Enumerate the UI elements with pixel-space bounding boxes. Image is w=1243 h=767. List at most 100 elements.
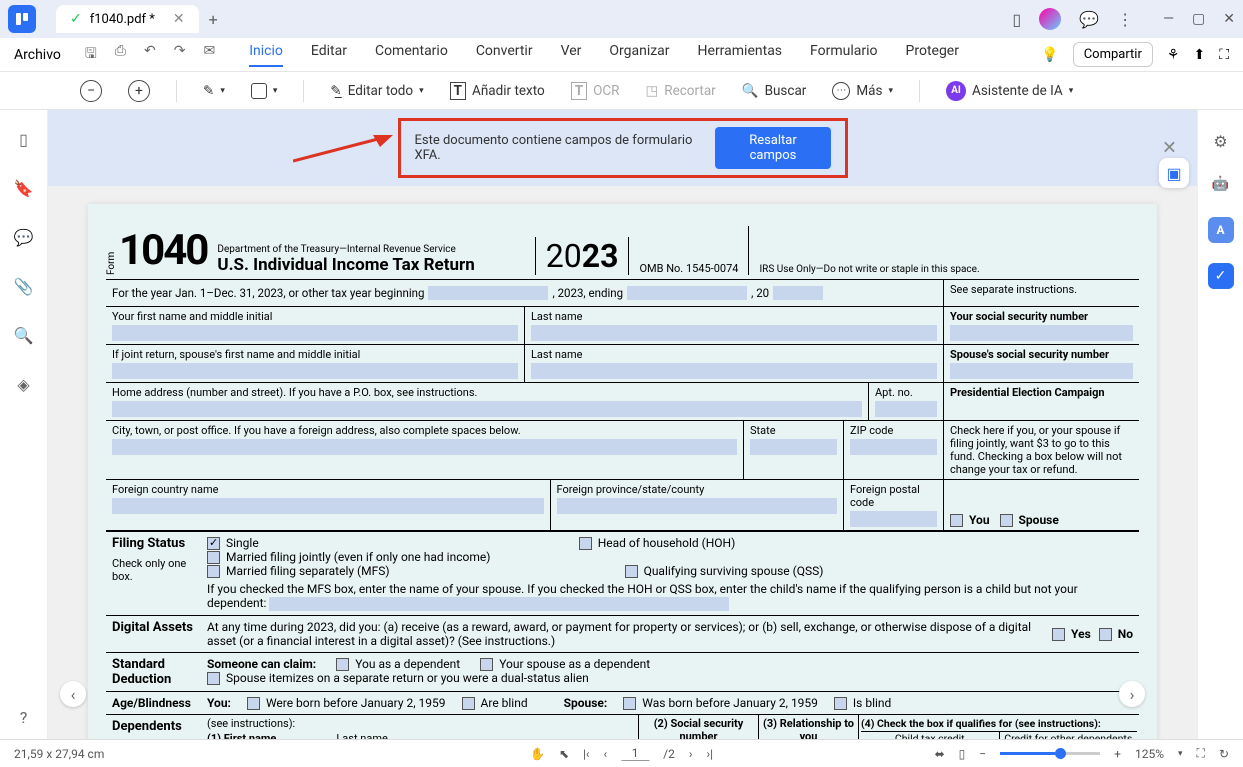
year-end-field[interactable] [627,286,747,300]
spouse-checkbox[interactable]: Spouse [1000,513,1059,527]
address-field[interactable] [112,401,862,417]
digital-yes-checkbox[interactable]: Yes [1052,627,1091,641]
mfs-name-field[interactable] [269,597,729,611]
expand-icon[interactable]: ⛶ [1219,47,1229,63]
zoom-slider[interactable] [1000,752,1100,755]
year-end-yy-field[interactable] [773,286,823,300]
foreign-postal-field[interactable] [850,511,937,527]
chevron-down-icon[interactable]: ▾ [1178,749,1183,759]
translate-icon[interactable]: A [1208,217,1234,243]
document-tab[interactable]: ✓ f1040.pdf * ✕ [56,5,199,33]
tab-organizar[interactable]: Organizar [609,43,669,67]
close-tab-icon[interactable]: ✕ [173,11,185,27]
single-checkbox[interactable]: Single [207,536,259,550]
app-logo[interactable] [8,5,36,33]
cloud-upload-icon[interactable]: ⬆ [1193,47,1205,63]
foreign-province-field[interactable] [557,498,837,514]
foreign-country-field[interactable] [112,498,544,514]
reading-mode-icon[interactable]: ↻ [1219,747,1229,761]
chat-icon[interactable]: 💬 [1079,10,1099,29]
you-born-checkbox[interactable]: Were born before January 2, 1959 [247,696,446,710]
first-page-button[interactable]: |‹ [583,747,590,761]
share-button[interactable]: Compartir [1073,42,1153,67]
mail-icon[interactable]: ✉ [203,43,215,67]
help-icon[interactable]: ? [20,708,28,727]
tab-formulario[interactable]: Formulario [810,43,877,67]
year-begin-field[interactable] [428,286,548,300]
edit-all-tool[interactable]: ✎̲Editar todo▾ [330,83,423,99]
add-text-tool[interactable]: TAñadir texto [450,82,545,100]
spouse-born-checkbox[interactable]: Was born before January 2, 1959 [623,696,818,710]
check-feature-icon[interactable]: ✓ [1208,263,1234,289]
crop-tool[interactable]: ◳Recortar [646,83,716,99]
file-menu[interactable]: Archivo [14,47,61,63]
tab-convertir[interactable]: Convertir [476,43,533,67]
digital-no-checkbox[interactable]: No [1099,627,1133,641]
redo-icon[interactable]: ↷ [174,43,186,67]
print-icon[interactable]: ⎙ [115,43,126,67]
share-link-icon[interactable]: ⚘ [1167,47,1180,63]
fullscreen-icon[interactable]: ⛶ [1197,746,1205,761]
tab-herramientas[interactable]: Herramientas [698,43,783,67]
shape-tool[interactable]: ▾ [251,83,278,99]
search-tool[interactable]: 🔍Buscar [742,83,807,99]
zip-field[interactable] [850,439,937,455]
bookmarks-icon[interactable]: 🔖 [14,179,34,198]
spouse-ssn-field[interactable] [950,363,1133,379]
last-page-button[interactable]: ›| [706,747,713,761]
comments-icon[interactable]: 💬 [14,228,34,247]
layers-icon[interactable]: ◈ [17,375,29,394]
prev-page-icon[interactable]: ‹ [604,747,608,761]
mfj-checkbox[interactable]: Married filing jointly (even if only one… [207,550,490,564]
lightbulb-icon[interactable]: 💡 [1041,47,1058,63]
banner-close-button[interactable]: ✕ [1162,138,1177,159]
tab-comentario[interactable]: Comentario [375,43,448,67]
spouse-blind-checkbox[interactable]: Is blind [834,696,891,710]
tab-ver[interactable]: Ver [561,43,582,67]
you-blind-checkbox[interactable]: Are blind [462,696,528,710]
highlight-fields-button[interactable]: Resaltar campos [715,127,830,169]
close-window-button[interactable]: ✕ [1223,11,1235,27]
avatar[interactable] [1039,8,1061,30]
you-dependent-checkbox[interactable]: You as a dependent [336,657,460,671]
spouse-dependent-checkbox[interactable]: Your spouse as a dependent [480,657,650,671]
undo-icon[interactable]: ↶ [144,43,156,67]
spouse-last-name-field[interactable] [531,363,937,379]
ai-chat-icon[interactable]: 🤖 [1208,171,1234,197]
attachments-icon[interactable]: 📎 [14,277,34,296]
highlighter-tool[interactable]: ✎▾ [203,83,225,99]
city-field[interactable] [112,439,737,455]
thumbnails-icon[interactable]: ▯ [19,130,28,149]
zoom-in-button[interactable]: + [128,80,150,102]
first-name-field[interactable] [112,325,518,341]
you-checkbox[interactable]: You [950,513,990,527]
search-panel-icon[interactable]: 🔍 [14,326,34,345]
mfs-checkbox[interactable]: Married filing separately (MFS) [207,564,390,578]
select-tool-icon[interactable]: ⬉ [559,747,569,761]
sliders-icon[interactable]: ⚙ [1213,132,1227,151]
prev-page-button[interactable]: ‹ [60,681,86,707]
maximize-button[interactable]: ▢ [1192,11,1205,27]
ai-assistant-tool[interactable]: AIAsistente de IA▾ [946,81,1073,101]
zoom-out-icon[interactable]: − [979,747,986,761]
zoom-out-button[interactable]: − [80,80,102,102]
last-name-field[interactable] [531,325,937,341]
tab-editar[interactable]: Editar [311,43,347,67]
spouse-first-name-field[interactable] [112,363,518,379]
tab-inicio[interactable]: Inicio [249,43,283,67]
floating-tool-icon[interactable]: ▣ [1159,158,1189,188]
apt-field[interactable] [875,401,937,417]
zoom-in-icon[interactable]: + [1114,747,1121,761]
save-icon[interactable]: 🖫 [85,43,97,67]
hand-tool-icon[interactable]: ✋ [530,747,545,761]
tab-proteger[interactable]: Proteger [906,43,959,67]
minimize-button[interactable]: — [1163,11,1174,27]
panel-icon[interactable]: ▯ [1012,10,1021,29]
fit-page-icon[interactable]: ▯ [959,747,966,761]
ocr-tool[interactable]: TOCR [571,82,620,100]
qss-checkbox[interactable]: Qualifying surviving spouse (QSS) [625,564,824,578]
page-number-input[interactable]: 1 [621,746,649,761]
spouse-itemize-checkbox[interactable]: Spouse itemizes on a separate return or … [207,671,589,685]
hoh-checkbox[interactable]: Head of household (HOH) [579,536,736,550]
zoom-level[interactable]: 125% [1135,747,1164,761]
